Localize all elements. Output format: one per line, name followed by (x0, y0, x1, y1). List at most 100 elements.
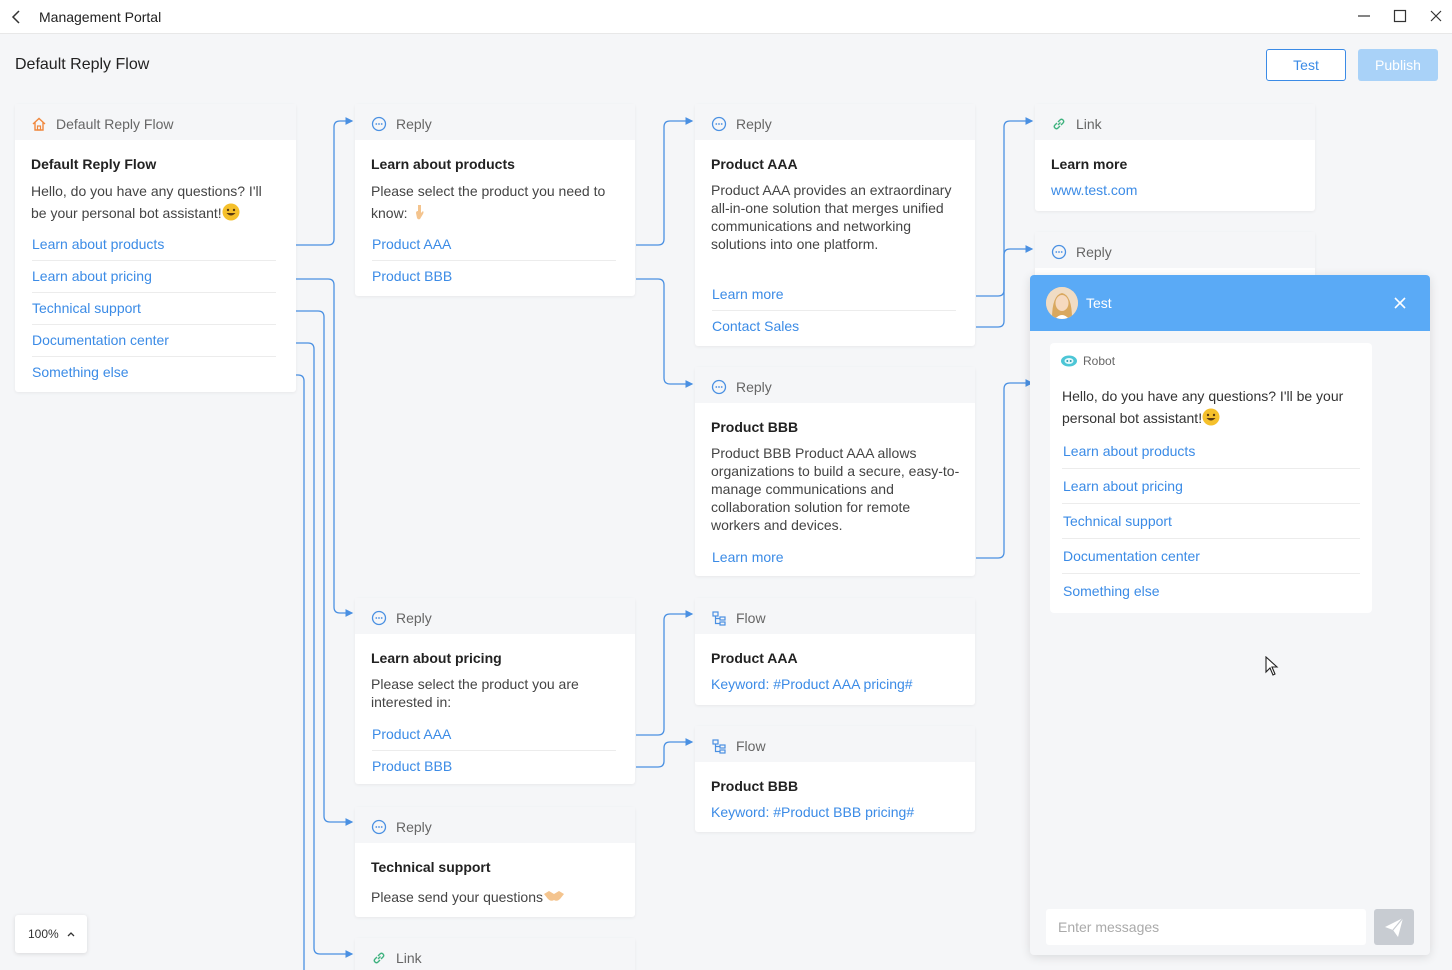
message-input[interactable] (1046, 909, 1366, 945)
handshake-emoji-icon (544, 891, 564, 901)
chat-option-technical-support[interactable]: Technical support (1063, 513, 1172, 529)
option-something-else[interactable]: Something else (32, 364, 129, 380)
node-header: Default Reply Flow (15, 104, 296, 140)
test-chat-panel: Test Robot Hello, do you have any questi… (1030, 275, 1430, 955)
link-url[interactable]: www.test.com (1051, 182, 1137, 198)
option-contact-sales[interactable]: Contact Sales (712, 318, 799, 334)
node-header-label: Flow (736, 610, 766, 626)
node-title: Technical support (371, 859, 491, 875)
node-header-label: Reply (736, 116, 772, 132)
node-reply-products[interactable]: Reply Learn about products Please select… (355, 104, 635, 296)
send-button[interactable] (1374, 909, 1414, 945)
node-flow-product-aaa[interactable]: Flow Product AAA Keyword: #Product AAA p… (695, 598, 975, 705)
home-icon (32, 117, 46, 131)
node-header-label: Reply (396, 116, 432, 132)
chat-option-documentation-center[interactable]: Documentation center (1063, 548, 1200, 564)
node-title: Learn about pricing (371, 650, 502, 666)
divider (32, 356, 276, 357)
robot-icon (1061, 355, 1077, 367)
zoom-control[interactable]: 100% (15, 915, 87, 953)
test-panel-header: Test (1030, 275, 1430, 331)
chevron-up-icon[interactable] (66, 929, 76, 939)
node-reply-product-aaa[interactable]: Reply Product AAA Product AAA provides a… (695, 104, 975, 346)
chat-bubble-icon (371, 116, 387, 132)
flow-keyword[interactable]: Keyword: #Product BBB pricing# (711, 804, 914, 820)
flow-keyword[interactable]: Keyword: #Product AAA pricing# (711, 676, 913, 692)
flow-icon (712, 739, 726, 754)
node-header: Reply (355, 807, 635, 843)
option-learn-pricing[interactable]: Learn about pricing (32, 268, 152, 284)
option-product-aaa[interactable]: Product AAA (372, 726, 451, 742)
bot-message-bubble: Robot Hello, do you have any questions? … (1050, 343, 1372, 613)
node-header-label: Link (1076, 116, 1102, 132)
option-learn-products[interactable]: Learn about products (32, 236, 164, 252)
node-title: Default Reply Flow (31, 156, 157, 172)
avatar-image (1046, 287, 1078, 319)
divider (1062, 538, 1360, 539)
robot-label: Robot (1083, 354, 1116, 368)
node-title: Product BBB (711, 778, 799, 794)
option-learn-more[interactable]: Learn more (712, 286, 784, 302)
option-product-aaa[interactable]: Product AAA (372, 236, 451, 252)
node-header-label: Link (396, 950, 422, 966)
bot-message-text: Hello, do you have any questions? I'll b… (1062, 388, 1344, 426)
node-message: Please send your questions (371, 887, 621, 906)
node-header: Flow (695, 598, 975, 634)
node-reply-pricing[interactable]: Reply Learn about pricing Please select … (355, 598, 635, 784)
node-header-label: Reply (736, 379, 772, 395)
chat-option-learn-products[interactable]: Learn about products (1063, 443, 1195, 459)
node-title: Learn more (1051, 156, 1128, 172)
message-input-container (1046, 909, 1366, 945)
divider (372, 750, 616, 751)
chat-bubble-icon (371, 610, 387, 626)
link-icon (373, 952, 385, 964)
node-link-learn-more[interactable]: Link Learn more www.test.com (1035, 104, 1315, 211)
node-reply-technical-support[interactable]: Reply Technical support Please send your… (355, 807, 635, 917)
node-header: Reply (355, 104, 635, 140)
node-title: Product AAA (711, 156, 798, 172)
node-title: Learn about products (371, 156, 515, 172)
node-header: Reply (695, 104, 975, 140)
send-icon (1385, 917, 1404, 937)
node-header-label: Reply (396, 610, 432, 626)
node-header-label: Reply (396, 819, 432, 835)
flow-icon (712, 611, 726, 626)
divider (32, 260, 276, 261)
chat-option-learn-pricing[interactable]: Learn about pricing (1063, 478, 1183, 494)
node-reply-product-bbb[interactable]: Reply Product BBB Product BBB Product AA… (695, 367, 975, 576)
chat-bubble-icon (711, 379, 727, 395)
node-message: Please select the product you are intere… (371, 676, 579, 710)
option-technical-support[interactable]: Technical support (32, 300, 141, 316)
node-header: Flow (695, 726, 975, 762)
node-message: Hello, do you have any questions? I'll b… (31, 183, 262, 221)
node-header: Reply (355, 598, 635, 634)
node-header-label: Flow (736, 738, 766, 754)
pointing-down-emoji-icon (416, 205, 424, 220)
node-message: Please select the product you need to kn… (371, 183, 606, 221)
node-title: Product AAA (711, 650, 798, 666)
node-message: Product AAA provides an extraordinary al… (711, 182, 952, 252)
grinning-emoji-icon (222, 203, 240, 221)
option-documentation-center[interactable]: Documentation center (32, 332, 169, 348)
avatar (1046, 287, 1078, 319)
node-header-label: Reply (1076, 244, 1112, 260)
divider (1062, 573, 1360, 574)
node-header: Link (1035, 104, 1315, 140)
grinning-emoji-icon (1202, 408, 1220, 426)
close-icon[interactable] (1392, 295, 1408, 311)
node-flow-product-bbb[interactable]: Flow Product BBB Keyword: #Product BBB p… (695, 726, 975, 832)
option-product-bbb[interactable]: Product BBB (372, 758, 452, 774)
divider (1062, 468, 1360, 469)
divider (32, 292, 276, 293)
option-learn-more[interactable]: Learn more (712, 549, 784, 565)
chat-option-something-else[interactable]: Something else (1063, 583, 1160, 599)
option-product-bbb[interactable]: Product BBB (372, 268, 452, 284)
chat-bubble-icon (371, 819, 387, 835)
link-icon (1053, 118, 1065, 130)
divider (712, 310, 956, 311)
chat-bubble-icon (711, 116, 727, 132)
node-title: Product BBB (711, 419, 799, 435)
node-root[interactable]: Default Reply Flow Default Reply Flow He… (15, 104, 296, 392)
node-link-bottom[interactable]: Link (355, 938, 635, 970)
divider (1062, 503, 1360, 504)
